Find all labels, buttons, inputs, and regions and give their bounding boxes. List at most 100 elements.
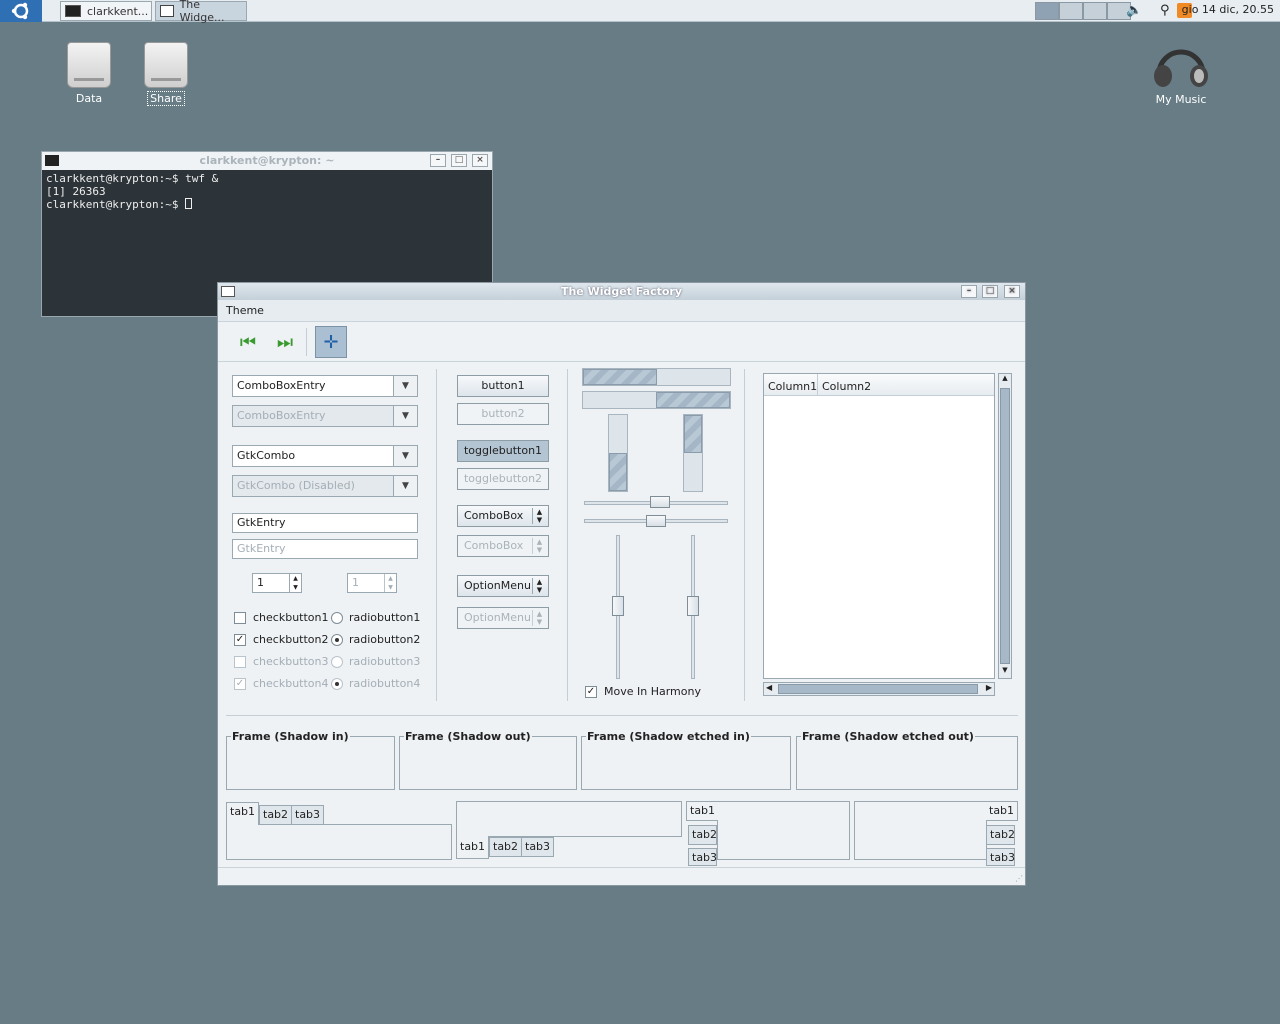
- radio-4: [331, 678, 343, 690]
- go-last-icon[interactable]: ⏭: [269, 326, 301, 358]
- combobox-disabled: ComboBox ▲ ▼: [457, 535, 549, 557]
- scroll-left-icon[interactable]: ◀: [766, 683, 772, 692]
- column-header-2[interactable]: Column2: [818, 374, 871, 395]
- hscale-2-handle[interactable]: [646, 515, 666, 527]
- go-first-icon[interactable]: ⏮: [232, 326, 264, 358]
- vscale-2-handle[interactable]: [687, 596, 699, 616]
- taskbar-item-widget-factory[interactable]: The Widge...: [155, 0, 247, 24]
- top-panel: clarkkent... The Widge... 🔈 ⚲ gio 14 dic…: [0, 0, 1280, 24]
- combobox[interactable]: ComboBox ▲ ▼: [457, 505, 549, 527]
- icon-label: My Music: [1155, 93, 1207, 106]
- tab-left-3[interactable]: tab3: [688, 848, 717, 866]
- checkbox-1[interactable]: [234, 612, 246, 624]
- tab-right-2[interactable]: tab2: [986, 825, 1015, 845]
- spin-arrows-icon[interactable]: ▲ ▼: [289, 574, 301, 592]
- gtk-entry-disabled: GtkEntry: [232, 539, 418, 559]
- notebook-left: [717, 801, 850, 860]
- clock[interactable]: gio 14 dic, 20.55: [1182, 3, 1274, 16]
- spin-button-disabled: 1 ▲ ▼: [347, 573, 397, 593]
- frame-label: Frame (Shadow etched in): [586, 730, 751, 743]
- network-icon[interactable]: ⚲: [1160, 3, 1170, 18]
- tab-bottom-3[interactable]: tab3: [521, 837, 555, 857]
- chevron-down-icon: ▼: [393, 406, 417, 426]
- scrollbar-thumb[interactable]: [778, 684, 978, 694]
- scroll-right-icon[interactable]: ▶: [986, 683, 992, 692]
- gtk-entry[interactable]: GtkEntry: [232, 513, 418, 533]
- main-menu-button[interactable]: [0, 0, 42, 22]
- workspace-3[interactable]: [1083, 2, 1107, 20]
- terminal-line: clarkkent@krypton:~$ twf &: [46, 172, 219, 185]
- chevron-down-icon: ▼: [393, 446, 417, 466]
- resize-grip-icon[interactable]: ⋰: [1015, 874, 1023, 883]
- tab-top-1[interactable]: tab1: [226, 802, 260, 825]
- progress-bar-vertical-2: [683, 414, 703, 492]
- terminal-titlebar[interactable]: clarkkent@krypton: ~ – □ ×: [42, 152, 492, 170]
- desktop-icon-data[interactable]: Data: [54, 42, 124, 105]
- volume-icon[interactable]: 🔈: [1126, 3, 1142, 18]
- togglebutton1[interactable]: togglebutton1: [457, 440, 549, 462]
- frame-shadow-etched-in: Frame (Shadow etched in): [581, 730, 791, 790]
- checkbox-label: checkbutton2: [253, 633, 329, 646]
- vertical-scrollbar[interactable]: ▲ ▼: [998, 373, 1012, 679]
- taskbar-item-terminal[interactable]: clarkkent...: [60, 1, 152, 21]
- widget-factory-window[interactable]: The Widget Factory – □ × Theme ⏮ ⏭ ✛ Com…: [217, 282, 1026, 886]
- horizontal-scrollbar[interactable]: ◀ ▶: [763, 682, 995, 696]
- scrollbar-thumb[interactable]: [1000, 388, 1010, 664]
- tree-view[interactable]: Column1 Column2: [763, 373, 995, 679]
- radio-label: radiobutton2: [349, 633, 421, 646]
- minimize-button[interactable]: –: [961, 285, 977, 298]
- tab-left-1[interactable]: tab1: [686, 801, 718, 821]
- scroll-down-icon[interactable]: ▼: [999, 666, 1011, 678]
- gtk-combo[interactable]: GtkCombo ▼: [232, 445, 418, 467]
- column-header-1[interactable]: Column1: [764, 374, 818, 395]
- menubar: Theme: [218, 300, 1025, 322]
- combo-text: ComboBoxEntry: [237, 379, 326, 392]
- tab-top-2[interactable]: tab2: [259, 805, 293, 825]
- window-titlebar[interactable]: The Widget Factory – □ ×: [218, 283, 1025, 300]
- button2: button2: [457, 403, 549, 425]
- terminal-output[interactable]: clarkkent@krypton:~$ twf & [1] 26363 clark…: [42, 170, 492, 213]
- spin-arrows-icon: ▲ ▼: [384, 574, 396, 592]
- add-icon[interactable]: ✛: [315, 326, 347, 358]
- desktop-icon-my-music[interactable]: My Music: [1146, 40, 1216, 106]
- close-button[interactable]: ×: [1004, 285, 1020, 298]
- maximize-button[interactable]: □: [982, 285, 998, 298]
- progress-bar-2: [582, 391, 731, 409]
- tab-right-1[interactable]: tab1: [986, 801, 1018, 821]
- radio-2[interactable]: [331, 634, 343, 646]
- maximize-button[interactable]: □: [451, 154, 467, 167]
- option-text: OptionMenu: [464, 611, 531, 624]
- option-menu[interactable]: OptionMenu ▲ ▼: [457, 575, 549, 597]
- tab-left-2[interactable]: tab2: [688, 825, 717, 845]
- updown-icon: ▲ ▼: [532, 610, 546, 626]
- move-in-harmony-checkbox[interactable]: ✓: [585, 686, 597, 698]
- window-title: clarkkent@krypton: ~: [199, 154, 335, 167]
- vscale-1-handle[interactable]: [612, 596, 624, 616]
- cursor: [185, 198, 193, 209]
- frame-shadow-out: Frame (Shadow out): [399, 730, 577, 790]
- scroll-up-icon[interactable]: ▲: [999, 374, 1011, 386]
- move-in-harmony-label: Move In Harmony: [604, 685, 701, 698]
- checkbox-2[interactable]: ✓: [234, 634, 246, 646]
- minimize-button[interactable]: –: [430, 154, 446, 167]
- tab-right-3[interactable]: tab3: [986, 848, 1015, 866]
- combobox-entry[interactable]: ComboBoxEntry ▼: [232, 375, 418, 397]
- desktop-icon-share[interactable]: Share: [131, 42, 201, 106]
- window-icon: [221, 286, 235, 297]
- tab-bottom-2[interactable]: tab2: [489, 837, 523, 857]
- workspace-1[interactable]: [1035, 2, 1059, 20]
- menu-theme[interactable]: Theme: [226, 304, 264, 317]
- window-title: The Widget Factory: [560, 285, 683, 298]
- tab-top-3[interactable]: tab3: [291, 805, 325, 825]
- tree-header: Column1 Column2: [764, 374, 994, 396]
- option-text: OptionMenu: [464, 579, 531, 592]
- hscale-1-handle[interactable]: [650, 496, 670, 508]
- workspace-2[interactable]: [1059, 2, 1083, 20]
- radio-1[interactable]: [331, 612, 343, 624]
- close-button[interactable]: ×: [472, 154, 488, 167]
- terminal-prompt: clarkkent@krypton:~$: [46, 198, 186, 211]
- headphones-icon: [1154, 49, 1208, 87]
- button1[interactable]: button1: [457, 375, 549, 397]
- tab-bottom-1[interactable]: tab1: [456, 836, 490, 859]
- spin-button[interactable]: 1 ▲ ▼: [252, 573, 302, 593]
